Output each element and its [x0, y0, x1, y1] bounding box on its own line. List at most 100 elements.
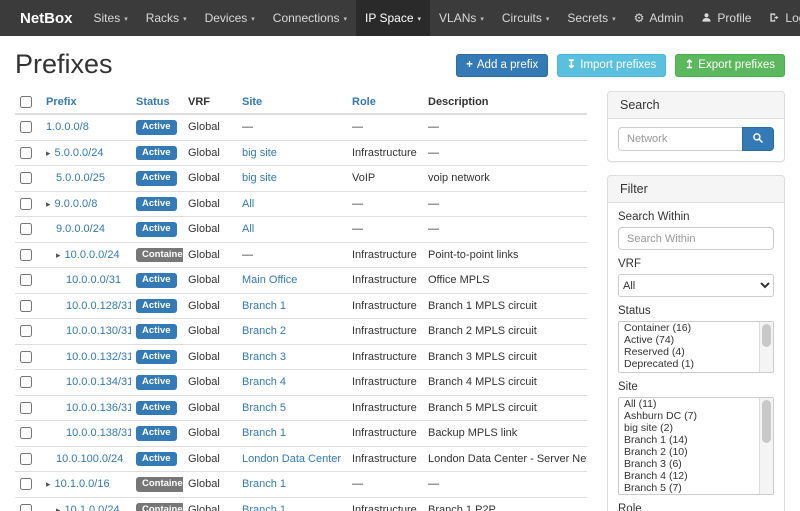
- row-checkbox[interactable]: [20, 198, 32, 210]
- log-out-icon: [769, 12, 780, 25]
- expand-icon[interactable]: ▸: [46, 199, 51, 209]
- row-checkbox[interactable]: [20, 376, 32, 388]
- row-checkbox[interactable]: [20, 427, 32, 439]
- prefix-link[interactable]: 10.0.0.138/31: [66, 427, 131, 439]
- row-checkbox[interactable]: [20, 478, 32, 490]
- row-checkbox[interactable]: [20, 147, 32, 159]
- site-link[interactable]: Branch 1: [242, 300, 286, 312]
- description-cell: Point-to-point links: [423, 242, 587, 268]
- prefix-link[interactable]: 1.0.0.0/8: [46, 121, 89, 133]
- brand-logo[interactable]: NetBox: [8, 0, 85, 36]
- status-option[interactable]: Reserved (4): [619, 346, 758, 358]
- site-option[interactable]: Branch 2 (10): [619, 446, 758, 458]
- caret-down-icon: ▾: [546, 15, 550, 23]
- table-header-row: PrefixStatusVRFSiteRoleDescription: [15, 91, 587, 114]
- site-link[interactable]: Branch 1: [242, 427, 286, 439]
- row-checkbox[interactable]: [20, 121, 32, 133]
- table-row: 10.0.0.130/31ActiveGlobalBranch 2Infrast…: [15, 319, 587, 345]
- prefix-link[interactable]: 10.0.0.132/31: [66, 351, 131, 363]
- select-all-checkbox[interactable]: [20, 96, 32, 108]
- nav-item-connections[interactable]: Connections▾: [264, 0, 356, 36]
- row-checkbox[interactable]: [20, 223, 32, 235]
- table-row: 5.0.0.0/25ActiveGlobalbig siteVoIPvoip n…: [15, 166, 587, 192]
- nav-item-sites[interactable]: Sites▾: [85, 0, 137, 36]
- prefix-link[interactable]: 10.0.0.0/24: [65, 249, 120, 261]
- prefix-link[interactable]: 5.0.0.0/25: [56, 172, 105, 184]
- expand-icon[interactable]: ▸: [56, 505, 61, 511]
- add-prefix-button[interactable]: +Add a prefix: [456, 54, 548, 77]
- row-checkbox[interactable]: [20, 351, 32, 363]
- row-checkbox[interactable]: [20, 300, 32, 312]
- row-checkbox[interactable]: [20, 453, 32, 465]
- status-option[interactable]: Container (16): [619, 322, 758, 334]
- prefix-link[interactable]: 10.0.0.130/31: [66, 325, 131, 337]
- site-option[interactable]: Branch 1 (14): [619, 434, 758, 446]
- scrollbar[interactable]: [759, 398, 773, 494]
- row-checkbox[interactable]: [20, 504, 32, 511]
- site-link[interactable]: All: [242, 223, 254, 235]
- nav-item-vlans[interactable]: VLANs▾: [430, 0, 493, 36]
- nav-logout[interactable]: Log out: [760, 0, 800, 36]
- status-listbox[interactable]: Container (16)Active (74)Reserved (4)Dep…: [618, 321, 774, 373]
- site-listbox[interactable]: All (11)Ashburn DC (7)big site (2)Branch…: [618, 397, 774, 495]
- expand-icon[interactable]: ▸: [46, 479, 51, 489]
- nav-item-ip-space[interactable]: IP Space▾: [356, 0, 430, 36]
- site-link[interactable]: Branch 4: [242, 376, 286, 388]
- nav-admin[interactable]: ⚙ Admin: [625, 0, 693, 36]
- prefix-link[interactable]: 10.0.0.128/31: [66, 300, 131, 312]
- site-option[interactable]: Branch 5 (7): [619, 482, 758, 494]
- prefix-link[interactable]: 10.0.0.134/31: [66, 376, 131, 388]
- column-header-role[interactable]: Role: [347, 91, 423, 114]
- expand-icon[interactable]: ▸: [56, 250, 61, 260]
- prefix-link[interactable]: 10.0.0.0/31: [66, 274, 121, 286]
- site-option[interactable]: Ashburn DC (7): [619, 410, 758, 422]
- prefix-link[interactable]: 10.0.100.0/24: [56, 453, 123, 465]
- site-option[interactable]: Branch 4 (12): [619, 470, 758, 482]
- import-prefixes-button[interactable]: ↧Import prefixes: [557, 54, 667, 77]
- site-link[interactable]: big site: [242, 147, 277, 159]
- row-checkbox[interactable]: [20, 249, 32, 261]
- column-header-status[interactable]: Status: [131, 91, 183, 114]
- row-checkbox[interactable]: [20, 402, 32, 414]
- vrf-cell: Global: [183, 114, 237, 140]
- vrf-select[interactable]: All: [618, 274, 774, 297]
- status-option[interactable]: Active (74): [619, 334, 758, 346]
- site-option[interactable]: All (11): [619, 398, 758, 410]
- nav-item-circuits[interactable]: Circuits▾: [493, 0, 559, 36]
- prefix-link[interactable]: 5.0.0.0/24: [55, 147, 104, 159]
- expand-icon[interactable]: ▸: [46, 148, 51, 158]
- nav-item-devices[interactable]: Devices▾: [196, 0, 264, 36]
- prefix-link[interactable]: 10.1.0.0/16: [55, 478, 110, 490]
- site-link[interactable]: Branch 2: [242, 325, 286, 337]
- column-header-prefix[interactable]: Prefix: [41, 91, 131, 114]
- prefix-link[interactable]: 9.0.0.0/8: [55, 198, 98, 210]
- site-link[interactable]: big site: [242, 172, 277, 184]
- status-option[interactable]: Deprecated (1): [619, 358, 758, 370]
- site-link[interactable]: Main Office: [242, 274, 297, 286]
- site-link[interactable]: Branch 1: [242, 504, 286, 511]
- search-within-input[interactable]: [618, 227, 774, 250]
- search-button[interactable]: [742, 127, 774, 151]
- search-input[interactable]: [618, 127, 742, 151]
- row-checkbox[interactable]: [20, 325, 32, 337]
- site-link[interactable]: Branch 5: [242, 402, 286, 414]
- prefix-link[interactable]: 10.0.0.136/31: [66, 402, 131, 414]
- scrollbar[interactable]: [759, 322, 773, 372]
- site-link[interactable]: All: [242, 198, 254, 210]
- site-link[interactable]: Branch 3: [242, 351, 286, 363]
- site-option[interactable]: big site (2): [619, 422, 758, 434]
- prefix-link[interactable]: 10.1.0.0/24: [65, 504, 120, 511]
- role-cell: —: [347, 472, 423, 498]
- row-checkbox[interactable]: [20, 274, 32, 286]
- description-cell: voip network: [423, 166, 587, 192]
- site-link[interactable]: London Data Center: [242, 453, 341, 465]
- site-option[interactable]: Branch 3 (6): [619, 458, 758, 470]
- export-prefixes-button[interactable]: ↥Export prefixes: [675, 54, 785, 77]
- site-link[interactable]: Branch 1: [242, 478, 286, 490]
- nav-item-racks[interactable]: Racks▾: [137, 0, 196, 36]
- column-header-site[interactable]: Site: [237, 91, 347, 114]
- prefix-link[interactable]: 9.0.0.0/24: [56, 223, 105, 235]
- nav-profile[interactable]: Profile: [692, 0, 760, 36]
- row-checkbox[interactable]: [20, 172, 32, 184]
- nav-item-secrets[interactable]: Secrets▾: [558, 0, 624, 36]
